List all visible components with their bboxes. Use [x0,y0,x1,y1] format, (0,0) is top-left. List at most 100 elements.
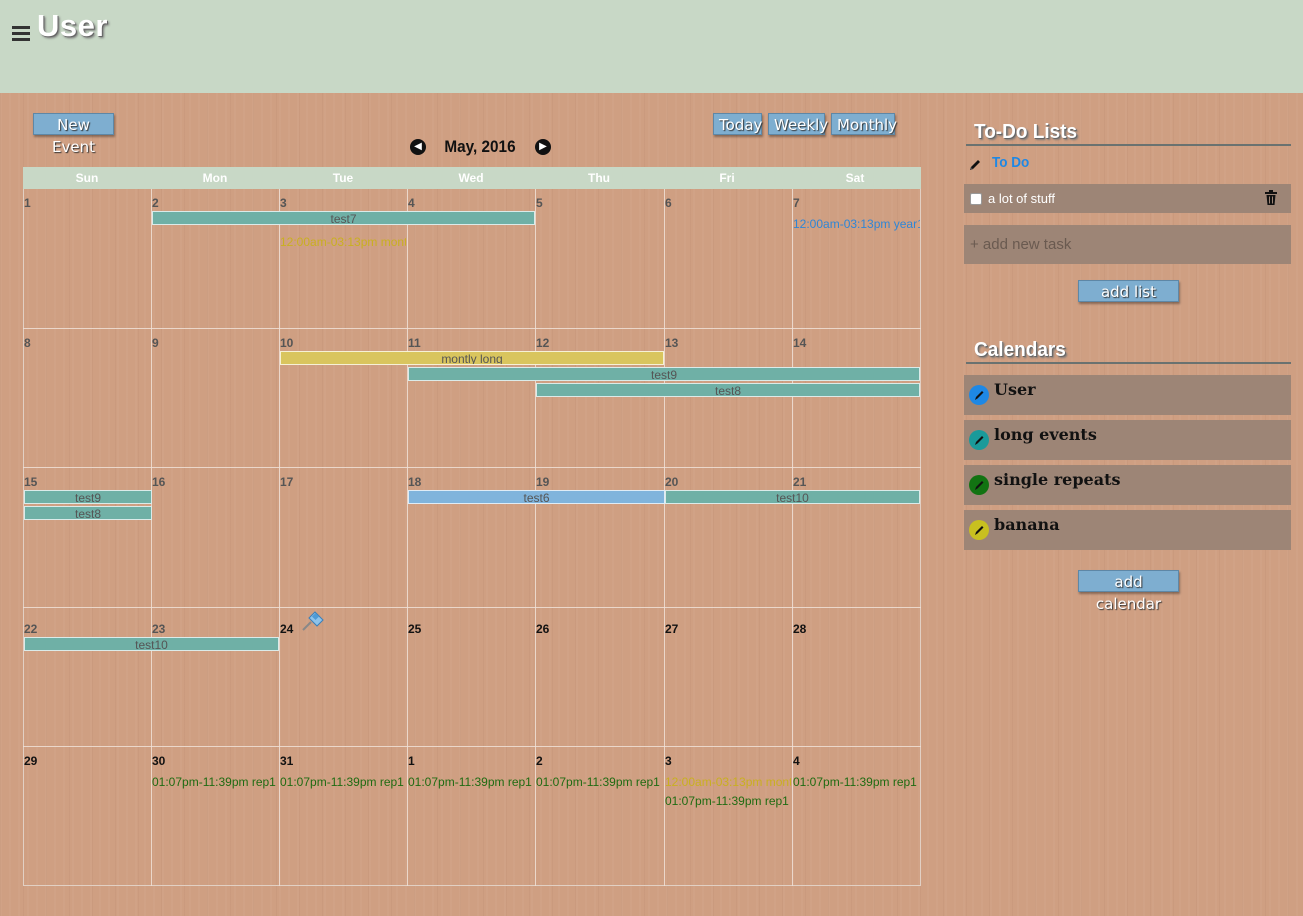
day-number[interactable]: 7 [793,196,800,210]
section-divider [966,144,1291,146]
today-button[interactable]: Today [713,113,762,135]
hamburger-icon[interactable] [12,26,30,41]
day-number[interactable]: 30 [152,754,165,768]
todo-section-title: To-Do Lists [974,121,1078,143]
day-number[interactable]: 2 [536,754,543,768]
day-number[interactable]: 29 [24,754,37,768]
chevron-right-icon[interactable]: ▶ [535,139,551,155]
weekly-button[interactable]: Weekly [768,113,828,135]
grid-line [23,328,921,329]
page-title: User [37,8,108,43]
event-bar-test8[interactable]: test8 [24,506,152,520]
pencil-icon[interactable] [969,385,989,405]
day-number[interactable]: 5 [536,196,543,210]
weekday-header: Sun Mon Tue Wed Thu Fri Sat [23,167,921,189]
day-number[interactable]: 27 [665,622,678,636]
day-number[interactable]: 31 [280,754,293,768]
day-number[interactable]: 8 [24,336,31,350]
day-number[interactable]: 6 [665,196,672,210]
day-number[interactable]: 20 [665,475,678,489]
day-number[interactable]: 1 [24,196,31,210]
monthly-button[interactable]: Monthly [831,113,897,135]
day-number[interactable]: 2 [152,196,159,210]
app-header: User [0,0,1303,93]
calendar-item-banana[interactable]: banana [964,510,1291,550]
day-number[interactable]: 28 [793,622,806,636]
calendar-label: single repeats [994,470,1121,489]
add-list-button[interactable]: add list [1078,280,1179,302]
weekday-sun: Sun [75,171,99,185]
calendar-item-single-repeats[interactable]: single repeats [964,465,1291,505]
event-rep1[interactable]: 01:07pm-11:39pm rep1 [793,775,920,789]
todo-list-link[interactable]: To Do [992,154,1029,171]
event-bar-test10[interactable]: test10 [24,637,279,651]
grid-line [23,607,921,608]
day-number[interactable]: 16 [152,475,165,489]
event-rep1[interactable]: 01:07pm-11:39pm rep1 [280,775,407,789]
day-number[interactable]: 10 [280,336,293,350]
pencil-icon[interactable] [968,158,982,172]
section-divider [966,362,1291,364]
pencil-icon[interactable] [969,430,989,450]
chevron-left-icon[interactable]: ◀ [410,139,426,155]
calendar-item-long-events[interactable]: long events [964,420,1291,460]
day-number[interactable]: 19 [536,475,549,489]
calendar-label: long events [994,425,1097,444]
day-number[interactable]: 23 [152,622,165,636]
task-item: a lot of stuff [964,184,1291,213]
day-number[interactable]: 17 [280,475,293,489]
day-number[interactable]: 18 [408,475,421,489]
weekday-thu: Thu [588,171,610,185]
day-number[interactable]: 26 [536,622,549,636]
event-bar-test9[interactable]: test9 [24,490,152,504]
new-event-button[interactable]: New Event [33,113,114,156]
pushpin-icon [302,611,324,631]
event-year1[interactable]: 12:00am-03:13pm year1 [793,217,920,231]
calendar-label: User [994,380,1036,399]
day-number[interactable]: 1 [408,754,415,768]
trash-icon[interactable] [1265,190,1277,205]
day-number[interactable]: 21 [793,475,806,489]
task-label: a lot of stuff [988,191,1055,206]
month-title: May, 2016 [444,137,516,156]
event-rep1[interactable]: 01:07pm-11:39pm rep1 [408,775,535,789]
event-bar-test6[interactable]: test6 [408,490,665,504]
weekday-sat: Sat [845,171,865,185]
add-calendar-button[interactable]: add calendar [1078,570,1179,613]
event-rep1[interactable]: 01:07pm-11:39pm rep1 [536,775,663,789]
pencil-icon[interactable] [969,520,989,540]
event-monthly-long[interactable]: 12:00am-03:13pm montly l [280,235,406,249]
day-number[interactable]: 14 [793,336,806,350]
day-number[interactable]: 12 [536,336,549,350]
event-bar-test10[interactable]: test10 [665,490,920,504]
day-number[interactable]: 13 [665,336,678,350]
calendar-label: banana [994,515,1060,534]
day-number[interactable]: 3 [665,754,672,768]
add-task-placeholder: + add new task [970,236,1072,253]
event-bar-montly-long[interactable]: montly long [280,351,664,365]
calendars-section-title: Calendars [974,339,1066,361]
weekday-tue: Tue [332,171,354,185]
day-number[interactable]: 4 [408,196,415,210]
event-bar-test8[interactable]: test8 [536,383,920,397]
event-bar-test7[interactable]: test7 [152,211,535,225]
calendar-item-user[interactable]: User [964,375,1291,415]
event-bar-test9[interactable]: test9 [408,367,920,381]
weekday-wed: Wed [458,171,484,185]
event-rep1[interactable]: 01:07pm-11:39pm rep1 [665,794,791,808]
day-number-today[interactable]: 24 [280,622,293,636]
event-rep1[interactable]: 01:07pm-11:39pm rep1 [152,775,279,789]
day-number[interactable]: 4 [793,754,800,768]
add-task-input[interactable]: + add new task [964,225,1291,264]
weekday-mon: Mon [202,171,228,185]
day-number[interactable]: 9 [152,336,159,350]
pencil-icon[interactable] [969,475,989,495]
day-number[interactable]: 3 [280,196,287,210]
task-checkbox[interactable] [970,193,982,205]
day-number[interactable]: 11 [408,336,421,350]
day-number[interactable]: 25 [408,622,421,636]
day-number[interactable]: 22 [24,622,37,636]
day-number[interactable]: 15 [24,475,37,489]
event-monthly-long[interactable]: 12:00am-03:13pm montly l [665,775,791,789]
grid-line [23,467,921,468]
